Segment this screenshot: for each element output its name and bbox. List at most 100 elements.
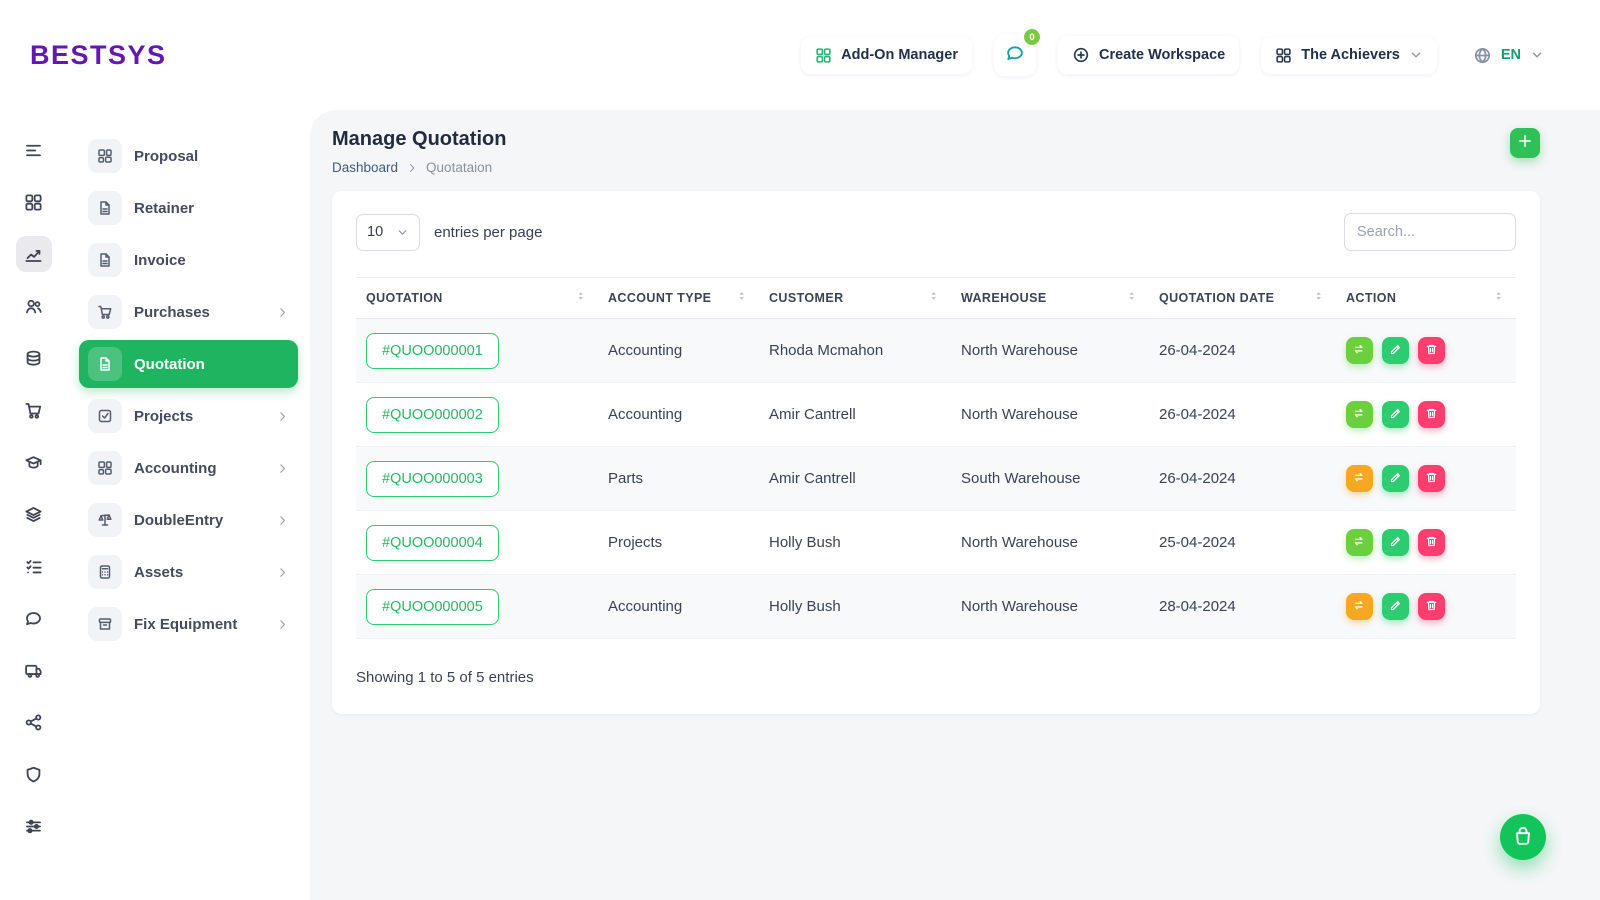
table-footer-summary: Showing 1 to 5 of 5 entries [356, 669, 1516, 686]
entries-per-page-select[interactable]: 10 [356, 214, 420, 251]
chevron-right-icon [276, 306, 289, 319]
purchases-icon [88, 295, 122, 329]
edit-button[interactable] [1382, 465, 1409, 492]
search-input[interactable] [1344, 213, 1516, 251]
quotation-number-pill[interactable]: #QUOO000004 [366, 525, 499, 561]
column-header-account-type[interactable]: ACCOUNT TYPE [608, 290, 749, 306]
column-header-action[interactable]: ACTION [1346, 290, 1506, 306]
delete-button[interactable] [1418, 401, 1445, 428]
fix-equipment-icon [88, 607, 122, 641]
sidebar-item-projects[interactable]: Projects [79, 392, 298, 440]
warehouse-cell: North Warehouse [951, 383, 1149, 447]
table-row: #QUOO000002AccountingAmir CantrellNorth … [356, 383, 1516, 447]
sidebar-item-assets[interactable]: Assets [79, 548, 298, 596]
workspace-name: The Achievers [1301, 47, 1400, 63]
sort-icon [1313, 290, 1326, 306]
share-nodes-icon[interactable] [16, 704, 52, 740]
layers-icon[interactable] [16, 496, 52, 532]
addon-manager-label: Add-On Manager [841, 47, 958, 63]
convert-button[interactable] [1346, 401, 1373, 428]
chat-button[interactable]: 0 [994, 34, 1036, 76]
quotation-date-cell: 26-04-2024 [1149, 383, 1336, 447]
swap-arrows-icon [1353, 471, 1366, 487]
column-header-quotation[interactable]: QUOTATION [366, 290, 588, 306]
add-quotation-button[interactable] [1510, 128, 1540, 158]
sidebar-item-invoice[interactable]: Invoice [79, 236, 298, 284]
customer-cell: Holly Bush [759, 575, 951, 639]
quotation-number-pill[interactable]: #QUOO000005 [366, 589, 499, 625]
sidebar-item-label: Accounting [134, 460, 217, 477]
chevron-right-icon [276, 566, 289, 579]
sliders-icon[interactable] [16, 808, 52, 844]
customer-cell: Rhoda Mcmahon [759, 319, 951, 383]
language-selector[interactable]: EN [1459, 36, 1558, 75]
edit-button[interactable] [1382, 337, 1409, 364]
chat-icon[interactable] [16, 600, 52, 636]
shield-icon[interactable] [16, 756, 52, 792]
sidebar-item-accounting[interactable]: Accounting [79, 444, 298, 492]
sidebar-item-retainer[interactable]: Retainer [79, 184, 298, 232]
edit-button[interactable] [1382, 529, 1409, 556]
cart-icon[interactable] [16, 392, 52, 428]
sidebar-item-quotation[interactable]: Quotation [79, 340, 298, 388]
sidebar-item-proposal[interactable]: Proposal [79, 132, 298, 180]
convert-button[interactable] [1346, 337, 1373, 364]
quotation-date-cell: 26-04-2024 [1149, 319, 1336, 383]
top-header: BESTSYS Add-On Manager 0 Create Workspac… [0, 0, 1600, 110]
shop-fab-button[interactable] [1500, 814, 1546, 860]
users-icon[interactable] [16, 288, 52, 324]
sidebar-nav: Proposal RetainerInvoicePurchases Quotatio… [67, 110, 310, 900]
edit-button[interactable] [1382, 593, 1409, 620]
page-title: Manage Quotation [332, 128, 506, 151]
chevron-right-icon [406, 162, 418, 174]
row-actions [1346, 529, 1506, 556]
delete-button[interactable] [1418, 465, 1445, 492]
sidebar-item-purchases[interactable]: Purchases [79, 288, 298, 336]
convert-button[interactable] [1346, 465, 1373, 492]
workspace-grid-icon [1275, 47, 1292, 64]
delete-button[interactable] [1418, 593, 1445, 620]
trash-icon [1425, 471, 1438, 487]
breadcrumb-current: Quotataion [426, 160, 492, 175]
workspace-switcher[interactable]: The Achievers [1261, 37, 1437, 74]
sidebar-item-fix-equipment[interactable]: Fix Equipment [79, 600, 298, 648]
column-header-quotation-date[interactable]: QUOTATION DATE [1159, 290, 1326, 306]
pencil-icon [1389, 535, 1402, 551]
entries-per-page-value: 10 [367, 224, 383, 240]
brand-logo: BESTSYS [30, 40, 167, 71]
sidebar-item-label: Proposal [134, 148, 198, 165]
sidebar-item-doubleentry[interactable]: DoubleEntry [79, 496, 298, 544]
delete-button[interactable] [1418, 529, 1445, 556]
shopping-bag-icon [1513, 825, 1533, 850]
create-workspace-button[interactable]: Create Workspace [1058, 36, 1239, 74]
pencil-icon [1389, 343, 1402, 359]
app-window: BESTSYS Add-On Manager 0 Create Workspac… [0, 0, 1600, 900]
warehouse-cell: North Warehouse [951, 575, 1149, 639]
sidebar-item-label: Quotation [134, 356, 205, 373]
quotation-number-pill[interactable]: #QUOO000003 [366, 461, 499, 497]
task-list-icon[interactable] [16, 548, 52, 584]
table-row: #QUOO000004ProjectsHolly BushNorth Wareh… [356, 511, 1516, 575]
quotation-number-pill[interactable]: #QUOO000002 [366, 397, 499, 433]
edit-button[interactable] [1382, 401, 1409, 428]
chart-icon[interactable] [16, 236, 52, 272]
convert-button[interactable] [1346, 529, 1373, 556]
truck-icon[interactable] [16, 652, 52, 688]
quotation-table-card: 10 entries per page QUOTATIONACCOUNT TYP… [332, 191, 1540, 714]
column-header-warehouse[interactable]: WAREHOUSE [961, 290, 1139, 306]
addon-manager-button[interactable]: Add-On Manager [801, 37, 972, 74]
retainer-icon [88, 191, 122, 225]
coins-icon[interactable] [16, 340, 52, 376]
grid-icon[interactable] [16, 184, 52, 220]
column-header-customer[interactable]: CUSTOMER [769, 290, 941, 306]
menu-icon[interactable] [16, 132, 52, 168]
convert-button[interactable] [1346, 593, 1373, 620]
graduation-cap-icon[interactable] [16, 444, 52, 480]
account-type-cell: Accounting [598, 319, 759, 383]
quotation-number-pill[interactable]: #QUOO000001 [366, 333, 499, 369]
quotation-date-cell: 26-04-2024 [1149, 447, 1336, 511]
trash-icon [1425, 535, 1438, 551]
delete-button[interactable] [1418, 337, 1445, 364]
accounting-icon [88, 451, 122, 485]
breadcrumb-dashboard-link[interactable]: Dashboard [332, 160, 398, 175]
